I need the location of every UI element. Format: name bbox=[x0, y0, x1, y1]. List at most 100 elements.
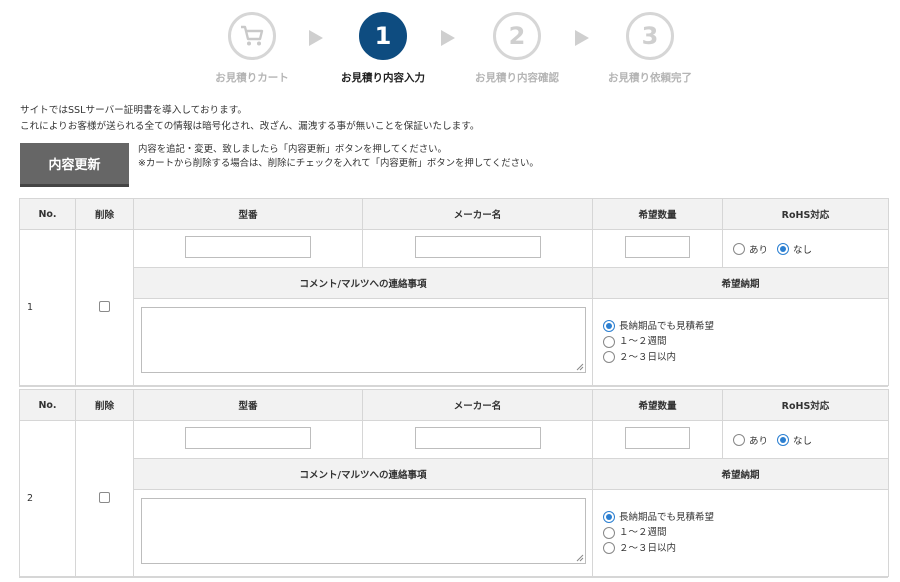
comment-cell bbox=[133, 298, 593, 386]
update-help-line1: 内容を追記・変更、致しましたら「内容更新」ボタンを押してください。 bbox=[138, 144, 447, 155]
step-circle-confirm: 2 bbox=[493, 12, 541, 60]
header-quantity: 希望数量 bbox=[592, 389, 723, 421]
header-rohs: RoHS対応 bbox=[722, 198, 889, 230]
delete-checkbox[interactable] bbox=[99, 300, 110, 312]
header-delete: 削除 bbox=[75, 389, 134, 421]
resize-grip-icon[interactable] bbox=[576, 554, 584, 562]
header-model: 型番 bbox=[133, 198, 363, 230]
step-label-input: お見積り内容入力 bbox=[341, 72, 425, 84]
header-maker: メーカー名 bbox=[362, 389, 593, 421]
rohs-no-label: なし bbox=[793, 435, 813, 447]
rohs-yes-label: あり bbox=[749, 435, 769, 447]
delivery-option-long[interactable]: 長納期品でも見積希望 bbox=[603, 319, 888, 335]
header-maker: メーカー名 bbox=[362, 198, 593, 230]
delivery-option-1-2weeks[interactable]: １～２週間 bbox=[603, 334, 888, 350]
maker-input[interactable] bbox=[414, 427, 541, 449]
rohs-yes-radio[interactable] bbox=[733, 433, 745, 446]
rohs-cell: あり なし bbox=[722, 229, 889, 268]
step-circle-cart bbox=[228, 12, 276, 60]
quote-items: No. 削除 型番 メーカー名 希望数量 RoHS対応 1 あり なし コメント… bbox=[19, 198, 889, 580]
delivery-1-2weeks-radio[interactable] bbox=[603, 526, 615, 539]
model-cell bbox=[133, 229, 363, 268]
header-comment: コメント/マルツへの連絡事項 bbox=[133, 458, 593, 490]
quote-item-table: No. 削除 型番 メーカー名 希望数量 RoHS対応 1 あり なし コメント… bbox=[19, 198, 889, 386]
maker-cell bbox=[362, 420, 593, 459]
model-input[interactable] bbox=[185, 236, 311, 258]
quantity-cell bbox=[592, 420, 723, 459]
delivery-1-2weeks-radio[interactable] bbox=[603, 335, 615, 348]
delivery-long-label: 長納期品でも見積希望 bbox=[619, 320, 715, 332]
rohs-no-label: なし bbox=[793, 244, 813, 256]
quantity-cell bbox=[592, 229, 723, 268]
delivery-long-radio[interactable] bbox=[603, 511, 615, 524]
quantity-input[interactable] bbox=[625, 236, 690, 258]
sub-header-row: コメント/マルツへの連絡事項 希望納期 bbox=[20, 267, 889, 299]
step-label-cart: お見積りカート bbox=[215, 72, 289, 84]
step-complete: 3 お見積り依頼完了 bbox=[580, 12, 720, 85]
item-input-row: 2 あり なし bbox=[19, 420, 889, 577]
item-divider bbox=[19, 577, 888, 580]
quote-item-table: No. 削除 型番 メーカー名 希望数量 RoHS対応 2 あり なし コメント… bbox=[19, 389, 889, 577]
header-row: No. 削除 型番 メーカー名 希望数量 RoHS対応 bbox=[19, 389, 889, 421]
delivery-option-long[interactable]: 長納期品でも見積希望 bbox=[603, 510, 888, 526]
ssl-notice-line2: これによりお客様が送られる全ての情報は暗号化され、改ざん、漏洩する事が無いことを… bbox=[20, 121, 480, 132]
delivery-long-radio[interactable] bbox=[603, 320, 615, 333]
header-row: No. 削除 型番 メーカー名 希望数量 RoHS対応 bbox=[19, 198, 889, 230]
delivery-1-2weeks-label: １～２週間 bbox=[619, 336, 667, 348]
delivery-option-1-2weeks[interactable]: １～２週間 bbox=[603, 525, 888, 541]
delete-checkbox[interactable] bbox=[99, 491, 110, 503]
rohs-yes-radio[interactable] bbox=[733, 242, 745, 255]
delivery-option-2-3days[interactable]: ２～３日以内 bbox=[603, 541, 888, 557]
header-delivery: 希望納期 bbox=[592, 458, 889, 490]
step-cart: お見積りカート bbox=[182, 12, 322, 85]
delivery-1-2weeks-label: １～２週間 bbox=[619, 527, 667, 539]
header-no: No. bbox=[19, 389, 76, 421]
comment-textarea[interactable] bbox=[141, 307, 586, 373]
step-label-confirm: お見積り内容確認 bbox=[475, 72, 559, 84]
item-number: 2 bbox=[19, 420, 76, 577]
delivery-2-3days-radio[interactable] bbox=[603, 542, 615, 555]
delivery-2-3days-label: ２～３日以内 bbox=[619, 542, 677, 554]
rohs-cell: あり なし bbox=[722, 420, 889, 459]
delete-cell bbox=[75, 420, 134, 577]
header-delivery: 希望納期 bbox=[592, 267, 889, 299]
comment-cell bbox=[133, 489, 593, 577]
header-rohs: RoHS対応 bbox=[722, 389, 889, 421]
item-input-row: 1 あり なし bbox=[19, 229, 889, 386]
quantity-input[interactable] bbox=[625, 427, 690, 449]
header-no: No. bbox=[19, 198, 76, 230]
update-help: 内容を追記・変更、致しましたら「内容更新」ボタンを押してください。 ※カートから… bbox=[138, 143, 539, 171]
step-circle-complete: 3 bbox=[626, 12, 674, 60]
update-help-line2: ※カートから削除する場合は、削除にチェックを入れて「内容更新」ボタンを押してくだ… bbox=[138, 158, 539, 169]
rohs-yes-label: あり bbox=[749, 244, 769, 256]
ssl-notice-line1: サイトではSSLサーバー証明書を導入しております。 bbox=[20, 105, 247, 116]
sub-header-row: コメント/マルツへの連絡事項 希望納期 bbox=[20, 458, 889, 490]
maker-input[interactable] bbox=[414, 236, 541, 258]
comment-textarea[interactable] bbox=[141, 498, 586, 564]
step-confirm: 2 お見積り内容確認 bbox=[447, 12, 587, 85]
header-quantity: 希望数量 bbox=[592, 198, 723, 230]
delivery-cell: 長納期品でも見積希望 １～２週間 ２～３日以内 bbox=[592, 489, 889, 577]
step-label-complete: お見積り依頼完了 bbox=[608, 72, 692, 84]
header-model: 型番 bbox=[133, 389, 363, 421]
delivery-option-2-3days[interactable]: ２～３日以内 bbox=[603, 350, 888, 366]
delivery-long-label: 長納期品でも見積希望 bbox=[619, 511, 715, 523]
ssl-notice: サイトではSSLサーバー証明書を導入しております。 これによりお客様が送られる全… bbox=[20, 103, 479, 135]
comment-row: 長納期品でも見積希望 １～２週間 ２～３日以内 bbox=[20, 298, 889, 386]
model-input[interactable] bbox=[185, 427, 311, 449]
header-delete: 削除 bbox=[75, 198, 134, 230]
delivery-2-3days-label: ２～３日以内 bbox=[619, 351, 677, 363]
rohs-no-radio[interactable] bbox=[777, 242, 790, 255]
step-input: 1 お見積り内容入力 bbox=[313, 12, 453, 85]
resize-grip-icon[interactable] bbox=[576, 363, 584, 371]
update-button[interactable]: 内容更新 bbox=[20, 143, 129, 187]
delivery-cell: 長納期品でも見積希望 １～２週間 ２～３日以内 bbox=[592, 298, 889, 386]
delete-cell bbox=[75, 229, 134, 386]
comment-row: 長納期品でも見積希望 １～２週間 ２～３日以内 bbox=[20, 489, 889, 577]
model-cell bbox=[133, 420, 363, 459]
step-circle-input: 1 bbox=[359, 12, 407, 60]
header-comment: コメント/マルツへの連絡事項 bbox=[133, 267, 593, 299]
cart-icon bbox=[241, 25, 264, 46]
rohs-no-radio[interactable] bbox=[777, 433, 790, 446]
delivery-2-3days-radio[interactable] bbox=[603, 351, 615, 364]
